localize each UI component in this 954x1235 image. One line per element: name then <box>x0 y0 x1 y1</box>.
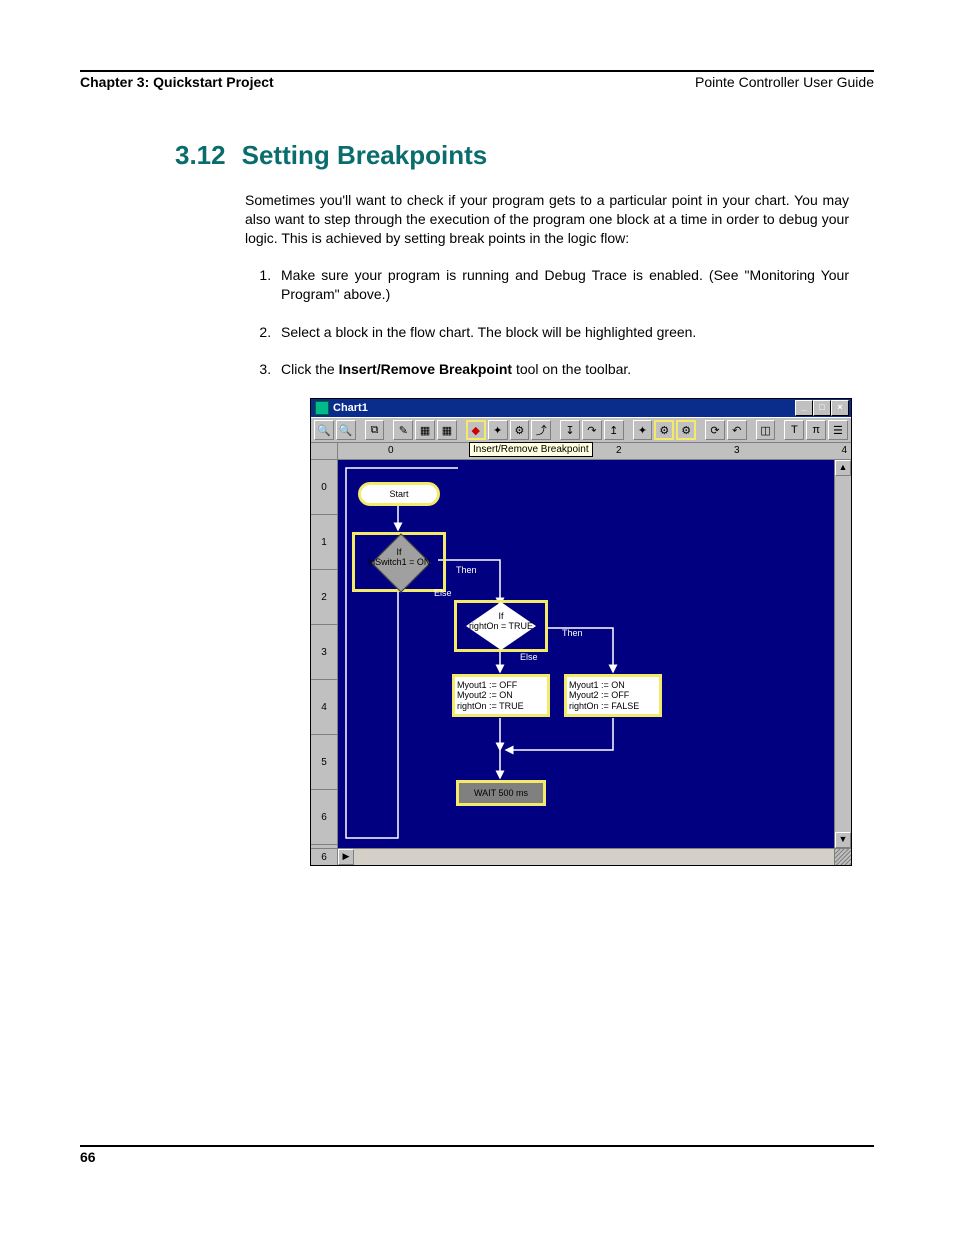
step-3-post: tool on the toolbar. <box>512 361 631 377</box>
row-6b: 6 <box>311 849 338 865</box>
step-1: Make sure your program is running and De… <box>275 266 849 305</box>
col-3: 3 <box>734 443 740 459</box>
refresh-icon[interactable]: ⟳ <box>705 420 725 440</box>
chart1-window: Chart1 _ □ × 🔍 🔍 ⧉ ✎ ▦ ▦ ◆ ✦ ⚙ ⤴ ↧ ↷ ↥ <box>310 398 852 866</box>
copy-icon[interactable]: ⧉ <box>365 420 385 440</box>
tool-icon-4[interactable]: ✦ <box>488 420 508 440</box>
undo-icon[interactable]: ↶ <box>727 420 747 440</box>
decision2-cond: rightOn = TRUE <box>469 621 533 631</box>
resize-grip-icon[interactable] <box>834 849 851 865</box>
row-0: 0 <box>311 460 337 515</box>
then-label-1: Then <box>456 565 477 575</box>
insert-remove-breakpoint-button[interactable]: ◆ <box>466 420 486 440</box>
chart-toolbar: 🔍 🔍 ⧉ ✎ ▦ ▦ ◆ ✦ ⚙ ⤴ ↧ ↷ ↥ ✦ ⚙ ⚙ ⟳ ↶ ◫ <box>311 417 851 443</box>
section-title: Setting Breakpoints <box>242 140 488 171</box>
tool-icon-6[interactable]: ⤴ <box>531 420 551 440</box>
tool-icon-1[interactable]: ✎ <box>393 420 413 440</box>
tool-icon-5[interactable]: ⚙ <box>510 420 530 440</box>
decision1-if: If <box>396 547 401 557</box>
section-heading: 3.12 Setting Breakpoints <box>175 140 874 171</box>
section-number: 3.12 <box>175 140 226 171</box>
scroll-right-icon[interactable]: ▶ <box>338 849 354 865</box>
col-4: 4 <box>841 443 847 459</box>
action-right-block[interactable]: Myout1 := ON Myout2 := OFF rightOn := FA… <box>564 674 662 717</box>
else-label-1: Else <box>434 588 452 598</box>
row-ruler: 0 1 2 3 4 5 6 <box>311 460 338 848</box>
close-button[interactable]: × <box>831 400 849 416</box>
tool-icon-10[interactable]: ◫ <box>756 420 776 440</box>
maximize-button[interactable]: □ <box>813 400 831 416</box>
row-2: 2 <box>311 570 337 625</box>
page-footer: 66 <box>80 1145 874 1165</box>
action-left-block[interactable]: Myout1 := OFF Myout2 := ON rightOn := TR… <box>452 674 550 717</box>
window-titlebar[interactable]: Chart1 _ □ × <box>311 399 851 417</box>
col-0: 0 <box>388 443 394 459</box>
vertical-scrollbar[interactable]: ▲ ▼ <box>834 460 851 848</box>
step-3-pre: Click the <box>281 361 339 377</box>
intro-paragraph: Sometimes you'll want to check if your p… <box>245 191 849 248</box>
else-label-2: Else <box>520 652 538 662</box>
tool-icon-9[interactable]: ⚙ <box>676 420 696 440</box>
start-block[interactable]: Start <box>358 482 440 506</box>
tool-icon-7[interactable]: ✦ <box>633 420 653 440</box>
row-6: 6 <box>311 790 337 845</box>
row-5: 5 <box>311 735 337 790</box>
page-header: Chapter 3: Quickstart Project Pointe Con… <box>80 74 874 90</box>
step-into-icon[interactable]: ↧ <box>560 420 580 440</box>
row-4: 4 <box>311 680 337 735</box>
flow-connectors <box>338 460 834 848</box>
zoom-in-icon[interactable]: 🔍 <box>336 420 356 440</box>
window-icon <box>315 401 329 415</box>
steps-list: Make sure your program is running and De… <box>245 266 849 380</box>
step-over-icon[interactable]: ↷ <box>582 420 602 440</box>
tool-icon-2[interactable]: ▦ <box>415 420 435 440</box>
row-1: 1 <box>311 515 337 570</box>
horizontal-scrollbar[interactable]: ◀ ▶ <box>338 849 834 865</box>
col-2: 2 <box>616 443 622 459</box>
breakpoint-tooltip: Insert/Remove Breakpoint <box>469 442 593 457</box>
minimize-button[interactable]: _ <box>795 400 813 416</box>
text-icon[interactable]: T <box>784 420 804 440</box>
scroll-up-icon[interactable]: ▲ <box>835 460 851 476</box>
column-ruler: 0 1 2 3 4 Insert/Remove Breakpoint <box>311 443 851 460</box>
header-doc-title: Pointe Controller User Guide <box>695 74 874 90</box>
header-chapter: Chapter 3: Quickstart Project <box>80 74 274 90</box>
step-out-icon[interactable]: ↥ <box>604 420 624 440</box>
row-3: 3 <box>311 625 337 680</box>
tool-icon-12[interactable]: ☰ <box>828 420 848 440</box>
tool-icon-3[interactable]: ▦ <box>437 420 457 440</box>
scroll-down-icon[interactable]: ▼ <box>835 832 851 848</box>
chart-body: 0 1 2 3 4 5 6 <box>311 460 851 848</box>
step-3-tool-name: Insert/Remove Breakpoint <box>339 361 513 377</box>
decision1-cond: InSwitch1 = ON <box>368 557 431 567</box>
tool-icon-11[interactable]: π <box>806 420 826 440</box>
flowchart-canvas[interactable]: Start If InSwitch1 = ON Then Else <box>338 460 834 848</box>
zoom-out-icon[interactable]: 🔍 <box>314 420 334 440</box>
tool-icon-8[interactable]: ⚙ <box>654 420 674 440</box>
step-2: Select a block in the flow chart. The bl… <box>275 323 849 343</box>
page-number: 66 <box>80 1149 874 1165</box>
then-label-2: Then <box>562 628 583 638</box>
step-3: Click the Insert/Remove Breakpoint tool … <box>275 360 849 380</box>
window-title: Chart1 <box>333 402 368 414</box>
wait-block[interactable]: WAIT 500 ms <box>456 780 546 806</box>
decision2-if: If <box>498 611 503 621</box>
